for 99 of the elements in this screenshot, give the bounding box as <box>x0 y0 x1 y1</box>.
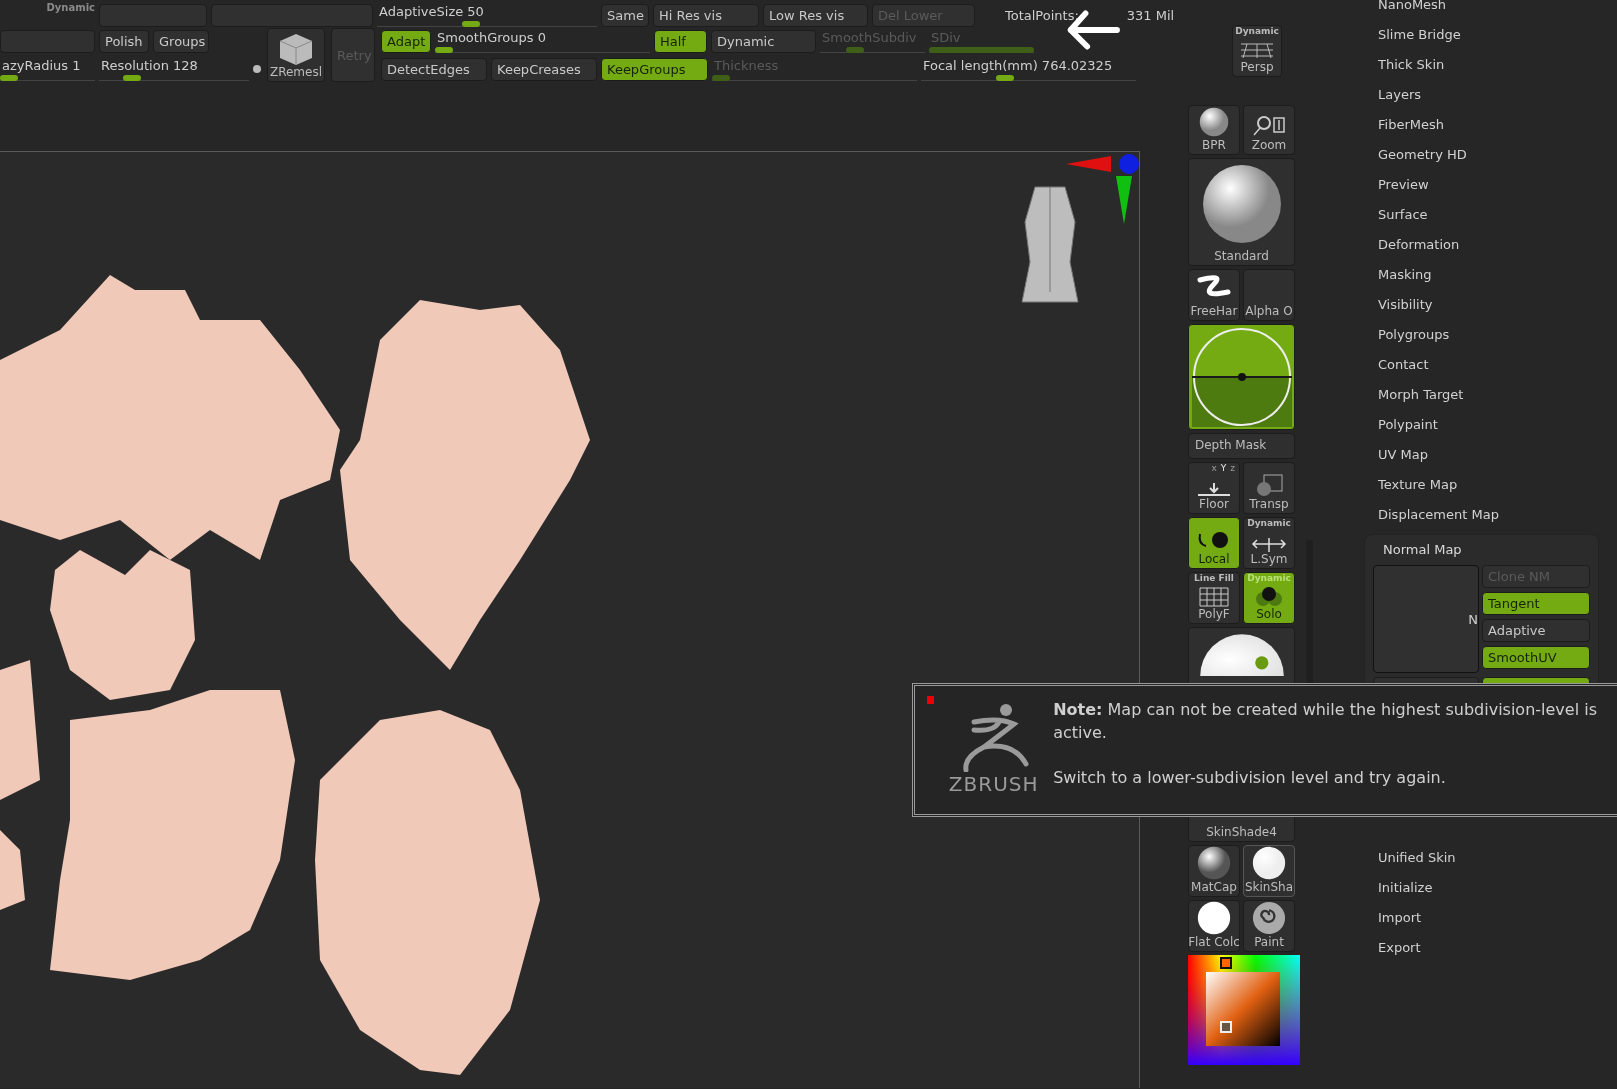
toggle-button[interactable]: Hi Res vis <box>653 3 759 27</box>
toggle-button[interactable]: Low Res vis <box>763 3 868 27</box>
paint-button[interactable]: Paint <box>1243 900 1295 952</box>
toggle-button[interactable]: Adaptive <box>1482 619 1590 642</box>
toggle-button[interactable]: KeepGroups <box>601 57 708 81</box>
slider-track[interactable] <box>820 45 925 53</box>
subpalette-item[interactable]: Texture Map <box>1370 470 1617 500</box>
slider-thumb[interactable] <box>122 74 141 81</box>
subpalette-item[interactable]: Surface <box>1370 200 1617 230</box>
status-square-icon <box>927 696 935 704</box>
bpr-button[interactable]: BPR <box>1188 105 1240 155</box>
subpalette-item[interactable]: Import <box>1370 903 1617 933</box>
subpalette-item[interactable]: Initialize <box>1370 873 1617 903</box>
brush-button[interactable]: Standard <box>1188 158 1295 266</box>
subpalette-item[interactable]: Export <box>1370 933 1617 963</box>
zoom-button[interactable]: Zoom <box>1243 105 1295 155</box>
toggle-button[interactable]: Adapt <box>381 29 431 53</box>
subpalette-item[interactable]: Contact <box>1370 350 1617 380</box>
toggle-button[interactable]: Same <box>601 3 649 27</box>
slider-track[interactable] <box>435 45 650 53</box>
stroke-button[interactable]: FreeHar <box>1188 269 1240 321</box>
bpr-sphere-icon <box>1199 107 1229 137</box>
preview-label: N <box>1468 611 1478 627</box>
toggle-button[interactable]: Half <box>654 29 707 53</box>
toggle-button[interactable]: KeepCreases <box>491 57 597 81</box>
toggle-button[interactable]: DetectEdges <box>381 57 487 81</box>
matcap-sphere-icon <box>1197 846 1231 880</box>
slider-label: AdaptiveSize 50 <box>378 3 485 19</box>
subpalette-item[interactable]: Polygroups <box>1370 320 1617 350</box>
subpalette-item[interactable]: Masking <box>1370 260 1617 290</box>
matcap-button[interactable]: MatCap <box>1188 845 1240 897</box>
symmetry-icon <box>1251 538 1287 552</box>
slider-thumb[interactable] <box>0 74 18 81</box>
slider-label: Focal length(mm) 764.02325 <box>922 57 1114 73</box>
slider-thumb[interactable] <box>435 46 453 53</box>
total-points-value: 331 Mil <box>1126 7 1175 23</box>
axis-toggle[interactable]: z <box>1230 463 1235 473</box>
dot-icon <box>253 65 261 73</box>
slider-track[interactable] <box>0 73 95 81</box>
perspective-button[interactable]: Dynamic Persp <box>1232 25 1282 77</box>
slider-label: SmoothGroups 0 <box>436 29 547 45</box>
transparency-button[interactable]: Transp <box>1243 462 1295 514</box>
subpalette-item[interactable]: Layers <box>1370 80 1617 110</box>
skin-sphere-icon <box>1251 846 1287 880</box>
subpalette-item[interactable]: Geometry HD <box>1370 140 1617 170</box>
transparency-icon <box>1254 473 1284 497</box>
cube-icon <box>278 32 314 66</box>
toggle-button[interactable]: Groups <box>153 29 209 53</box>
slider-label: Resolution 128 <box>100 57 199 73</box>
depth-mask-field: Depth Mask <box>1188 433 1295 459</box>
slider-track[interactable] <box>712 73 917 81</box>
panel-title[interactable]: Normal Map <box>1373 539 1590 561</box>
grid-icon <box>1239 42 1275 60</box>
local-button[interactable]: Local <box>1188 517 1240 569</box>
alpha-button[interactable]: Alpha O <box>1243 269 1295 321</box>
subpalette-item[interactable]: FiberMesh <box>1370 110 1617 140</box>
total-points-label: TotalPoints: <box>1005 7 1079 23</box>
subpalette-item[interactable]: Displacement Map <box>1370 500 1617 530</box>
slider-track[interactable] <box>377 19 597 27</box>
skinshade-button[interactable]: SkinSha <box>1243 845 1295 897</box>
subpalette-item[interactable]: Polypaint <box>1370 410 1617 440</box>
logo-text: ZBRUSH <box>948 772 1039 796</box>
swirl-sphere-icon <box>1251 901 1287 935</box>
local-symmetry-button[interactable]: Dynamic L.Sym <box>1243 517 1295 569</box>
subpalette-item[interactable]: Deformation <box>1370 230 1617 260</box>
subpalette-item[interactable]: UV Map <box>1370 440 1617 470</box>
polyframe-button[interactable]: Line Fill PolyF <box>1188 572 1240 624</box>
axis-toggle[interactable]: x <box>1211 463 1217 473</box>
toggle-button[interactable]: Polish <box>99 29 149 53</box>
note-message: Note: Map can not be created while the highest subdivision-level is active. <box>1053 699 1598 744</box>
note-hint: Switch to a lower-subdivision level and try again. <box>1053 767 1447 789</box>
slider-track[interactable] <box>921 73 1136 81</box>
subpalette-item[interactable]: Morph Target <box>1370 380 1617 410</box>
grid-icon <box>1199 587 1229 607</box>
flat-sphere-icon <box>1196 901 1232 935</box>
floor-button[interactable]: x Y z Floor <box>1188 462 1240 514</box>
toggle-button[interactable]: Dynamic <box>711 29 816 53</box>
axis-toggle[interactable]: Y <box>1220 463 1227 473</box>
color-picker[interactable] <box>1188 955 1300 1065</box>
subpalette-item[interactable]: Unified Skin <box>1370 843 1617 873</box>
brush-sphere-icon <box>1200 163 1283 245</box>
slider-label: azyRadius 1 <box>1 57 82 73</box>
subpalette-item[interactable]: Slime Bridge <box>1370 20 1617 50</box>
subpalette-item[interactable]: Thick Skin <box>1370 50 1617 80</box>
flat-color-button[interactable]: Flat Colc <box>1188 900 1240 952</box>
zoom-icon <box>1252 114 1286 138</box>
toggle-button[interactable]: SmoothUV <box>1482 646 1590 669</box>
toggle-button[interactable]: Tangent <box>1482 592 1590 615</box>
panel-caption: Dynamic <box>45 2 95 13</box>
slider-track[interactable] <box>99 73 249 81</box>
subpalette-item[interactable]: Preview <box>1370 170 1617 200</box>
subpalette-item[interactable]: NanoMesh <box>1370 0 1617 20</box>
slider-thumb[interactable] <box>995 74 1014 81</box>
slider-thumb[interactable] <box>461 20 480 27</box>
solo-button[interactable]: Dynamic Solo <box>1243 572 1295 624</box>
solo-icon <box>1253 585 1285 607</box>
zremesher-button[interactable]: ZRemesl <box>267 28 325 82</box>
floor-icon <box>1196 483 1232 497</box>
subpalette-item[interactable]: Visibility <box>1370 290 1617 320</box>
